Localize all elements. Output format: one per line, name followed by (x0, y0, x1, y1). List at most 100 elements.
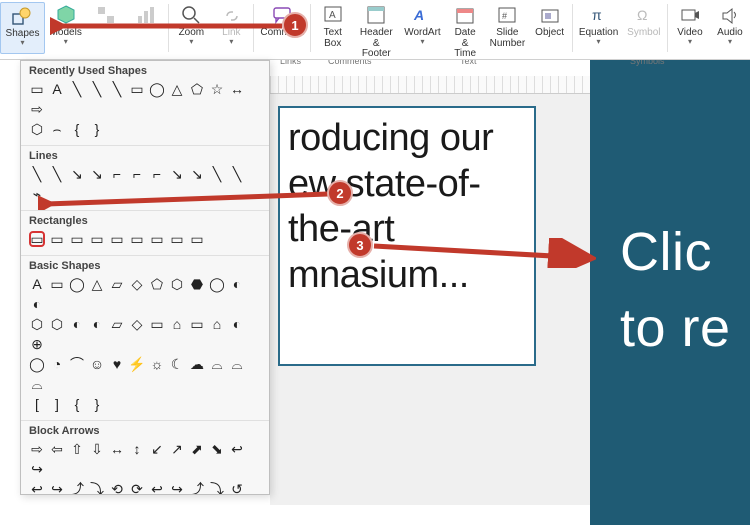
shape-item[interactable]: ◯ (29, 356, 45, 372)
shape-item[interactable]: ▭ (89, 231, 105, 247)
shape-item[interactable]: ◯ (209, 276, 225, 292)
shape-item[interactable]: ↪ (49, 481, 65, 495)
shape-item[interactable]: ╲ (229, 166, 245, 182)
shape-item[interactable]: ◯ (149, 81, 165, 97)
shape-item[interactable]: ▱ (109, 316, 125, 332)
shape-item[interactable]: ↕ (129, 441, 145, 457)
shape-item[interactable]: ☆ (209, 81, 225, 97)
shape-item[interactable]: ⇨ (29, 441, 45, 457)
shape-item[interactable]: △ (89, 276, 105, 292)
shape-item[interactable]: ⟳ (129, 481, 145, 495)
shape-item[interactable]: ⌐ (149, 166, 165, 182)
shape-item[interactable]: ⇧ (69, 441, 85, 457)
datetime-button[interactable]: Date & Time (445, 2, 485, 54)
shape-item[interactable]: ╲ (29, 166, 45, 182)
shape-item[interactable]: { (69, 121, 85, 137)
shape-item[interactable]: ╲ (69, 81, 85, 97)
shape-item[interactable]: ⤴ (189, 481, 205, 495)
shape-item[interactable]: ▭ (69, 231, 85, 247)
wordart-button[interactable]: A WordArt ▾ (400, 2, 445, 54)
shape-item[interactable]: ⌢ (49, 121, 65, 137)
shape-item[interactable]: ▭ (149, 231, 165, 247)
shape-item[interactable]: ▭ (129, 231, 145, 247)
shape-item[interactable]: ⌓ (229, 356, 245, 372)
textbox-button[interactable]: A Text Box (313, 2, 353, 54)
shape-item[interactable]: ↺ (229, 481, 245, 495)
shape-item[interactable]: A (29, 276, 45, 292)
shape-item[interactable]: ◐ (69, 316, 85, 332)
shape-item[interactable]: ↘ (169, 166, 185, 182)
shape-item[interactable]: ↘ (189, 166, 205, 182)
shape-item[interactable]: ⬡ (49, 316, 65, 332)
shape-item[interactable]: ▭ (149, 316, 165, 332)
smartart-button[interactable] (86, 2, 126, 54)
slide-side-panel[interactable]: Clic to re (590, 56, 750, 525)
shape-item[interactable]: ♥ (109, 356, 125, 372)
shape-item[interactable]: ⇨ (29, 101, 45, 117)
shape-item[interactable]: ⬠ (189, 81, 205, 97)
shape-item[interactable]: ⟲ (109, 481, 125, 495)
shape-item[interactable]: ⤵ (89, 481, 105, 495)
slide-canvas[interactable]: roducing our ew state-of- the-art mnasiu… (270, 76, 750, 505)
video-button[interactable]: Video ▾ (670, 2, 710, 54)
threed-models-button[interactable]: Models ▾ (45, 2, 86, 54)
shape-item[interactable]: ▱ (109, 276, 125, 292)
shape-item[interactable]: ╲ (49, 166, 65, 182)
shape-item[interactable]: ◐ (89, 316, 105, 332)
shape-item[interactable]: ▭ (189, 231, 205, 247)
shape-item[interactable]: ▭ (169, 231, 185, 247)
shape-item[interactable]: ⬈ (189, 441, 205, 457)
shape-item[interactable]: ◐ (229, 276, 245, 292)
slide-text-placeholder[interactable]: roducing our ew state-of- the-art mnasiu… (278, 106, 536, 366)
shape-item[interactable]: ◐ (29, 296, 45, 312)
shape-item[interactable]: ↘ (89, 166, 105, 182)
shape-item[interactable]: ◇ (129, 316, 145, 332)
zoom-button[interactable]: Zoom ▾ (171, 2, 211, 54)
shape-item[interactable]: ╲ (109, 81, 125, 97)
shape-item[interactable]: ☼ (149, 356, 165, 372)
shape-item[interactable]: ◯ (69, 276, 85, 292)
shape-item[interactable]: ↩ (149, 481, 165, 495)
shape-item[interactable]: ↩ (29, 481, 45, 495)
shapes-button[interactable]: Shapes ▾ (0, 2, 45, 54)
shape-item[interactable]: ⌓ (209, 356, 225, 372)
shape-item[interactable]: ╲ (209, 166, 225, 182)
shape-item[interactable]: ⇩ (89, 441, 105, 457)
shape-item[interactable]: ▭ (109, 231, 125, 247)
shapes-dropdown-panel[interactable]: Recently Used Shapes ▭A╲╲╲▭◯△⬠☆↔⇨ ⬡⌢{} L… (20, 60, 270, 495)
shape-item[interactable]: ╲ (89, 81, 105, 97)
shape-item[interactable]: ↪ (29, 461, 45, 477)
object-button[interactable]: Object (530, 2, 570, 54)
shape-item[interactable]: ◇ (129, 276, 145, 292)
shape-item[interactable]: ⌒ (69, 356, 85, 372)
header-footer-button[interactable]: Header & Footer (353, 2, 400, 54)
shape-item[interactable]: ↔ (229, 81, 245, 97)
shape-item[interactable]: ▭ (189, 316, 205, 332)
equation-button[interactable]: π Equation ▾ (575, 2, 623, 54)
shape-item[interactable]: ↙ (149, 441, 165, 457)
shape-item[interactable]: ⚡ (129, 356, 145, 372)
shape-item[interactable]: ◐ (229, 316, 245, 332)
shape-item[interactable]: ↔ (109, 441, 125, 457)
shape-item[interactable]: ⤴ (69, 481, 85, 495)
shape-item[interactable]: } (89, 396, 105, 412)
shape-item[interactable]: ⌐ (109, 166, 125, 182)
symbol-button[interactable]: Ω Symbol (623, 2, 665, 54)
shape-item[interactable]: ⬣ (189, 276, 205, 292)
audio-button[interactable]: Audio ▾ (710, 2, 750, 54)
shape-item[interactable]: ☺ (89, 356, 105, 372)
comment-button[interactable]: Comment (256, 2, 308, 54)
link-button[interactable]: Link ▾ (211, 2, 251, 54)
shape-item[interactable]: ↩ (229, 441, 245, 457)
shape-item[interactable]: ⌂ (169, 316, 185, 332)
shape-item[interactable]: △ (169, 81, 185, 97)
shape-item[interactable]: ⤵ (209, 481, 225, 495)
shape-item[interactable]: ↪ (169, 481, 185, 495)
shape-item[interactable]: ⇦ (49, 441, 65, 457)
shape-item[interactable]: ⌐ (129, 166, 145, 182)
shape-item[interactable]: ▭ (29, 81, 45, 97)
shape-item[interactable]: ] (49, 396, 65, 412)
rectangle-shape[interactable]: ▭ (29, 231, 45, 247)
shape-item[interactable]: ⌓ (29, 376, 45, 392)
shape-item[interactable]: { (69, 396, 85, 412)
